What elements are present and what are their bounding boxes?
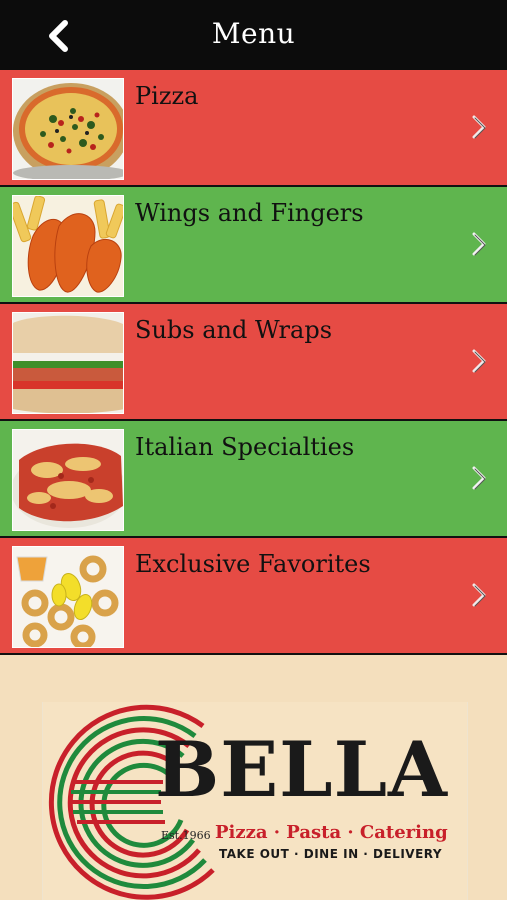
app-header: Menu — [0, 0, 507, 71]
logo-established: Est.1966 — [161, 829, 211, 842]
menu-list: Pizza Wings and Fingers Subs and Wraps I… — [0, 70, 507, 655]
menu-item-label: Exclusive Favorites — [135, 550, 371, 578]
chevron-right-icon — [472, 349, 486, 373]
logo-services: TAKE OUT · DINE IN · DELIVERY — [219, 847, 443, 861]
exclusive-favorites-image — [12, 546, 124, 648]
bella-logo: BELLA Est.1966 Pizza · Pasta · Catering … — [42, 702, 468, 900]
chevron-right-icon — [472, 583, 486, 607]
logo-name: BELLA — [155, 725, 449, 814]
menu-item-subs-and-wraps[interactable]: Subs and Wraps — [0, 304, 507, 421]
wings-image — [12, 195, 124, 297]
logo-panel: BELLA Est.1966 Pizza · Pasta · Catering … — [0, 657, 507, 900]
chevron-right-icon — [472, 232, 486, 256]
menu-item-label: Subs and Wraps — [135, 316, 333, 344]
chevron-right-icon — [472, 466, 486, 490]
italian-specialties-image — [12, 429, 124, 531]
page-title: Menu — [211, 17, 296, 50]
menu-item-wings-and-fingers[interactable]: Wings and Fingers — [0, 187, 507, 304]
menu-item-label: Pizza — [135, 82, 199, 110]
logo-tagline: Pizza · Pasta · Catering — [215, 822, 448, 843]
subs-image — [12, 312, 124, 414]
chevron-right-icon — [472, 115, 486, 139]
menu-item-exclusive-favorites[interactable]: Exclusive Favorites — [0, 538, 507, 655]
menu-item-label: Wings and Fingers — [135, 199, 364, 227]
menu-item-label: Italian Specialties — [135, 433, 355, 461]
menu-item-italian-specialties[interactable]: Italian Specialties — [0, 421, 507, 538]
pizza-image — [12, 78, 124, 180]
menu-item-pizza[interactable]: Pizza — [0, 70, 507, 187]
